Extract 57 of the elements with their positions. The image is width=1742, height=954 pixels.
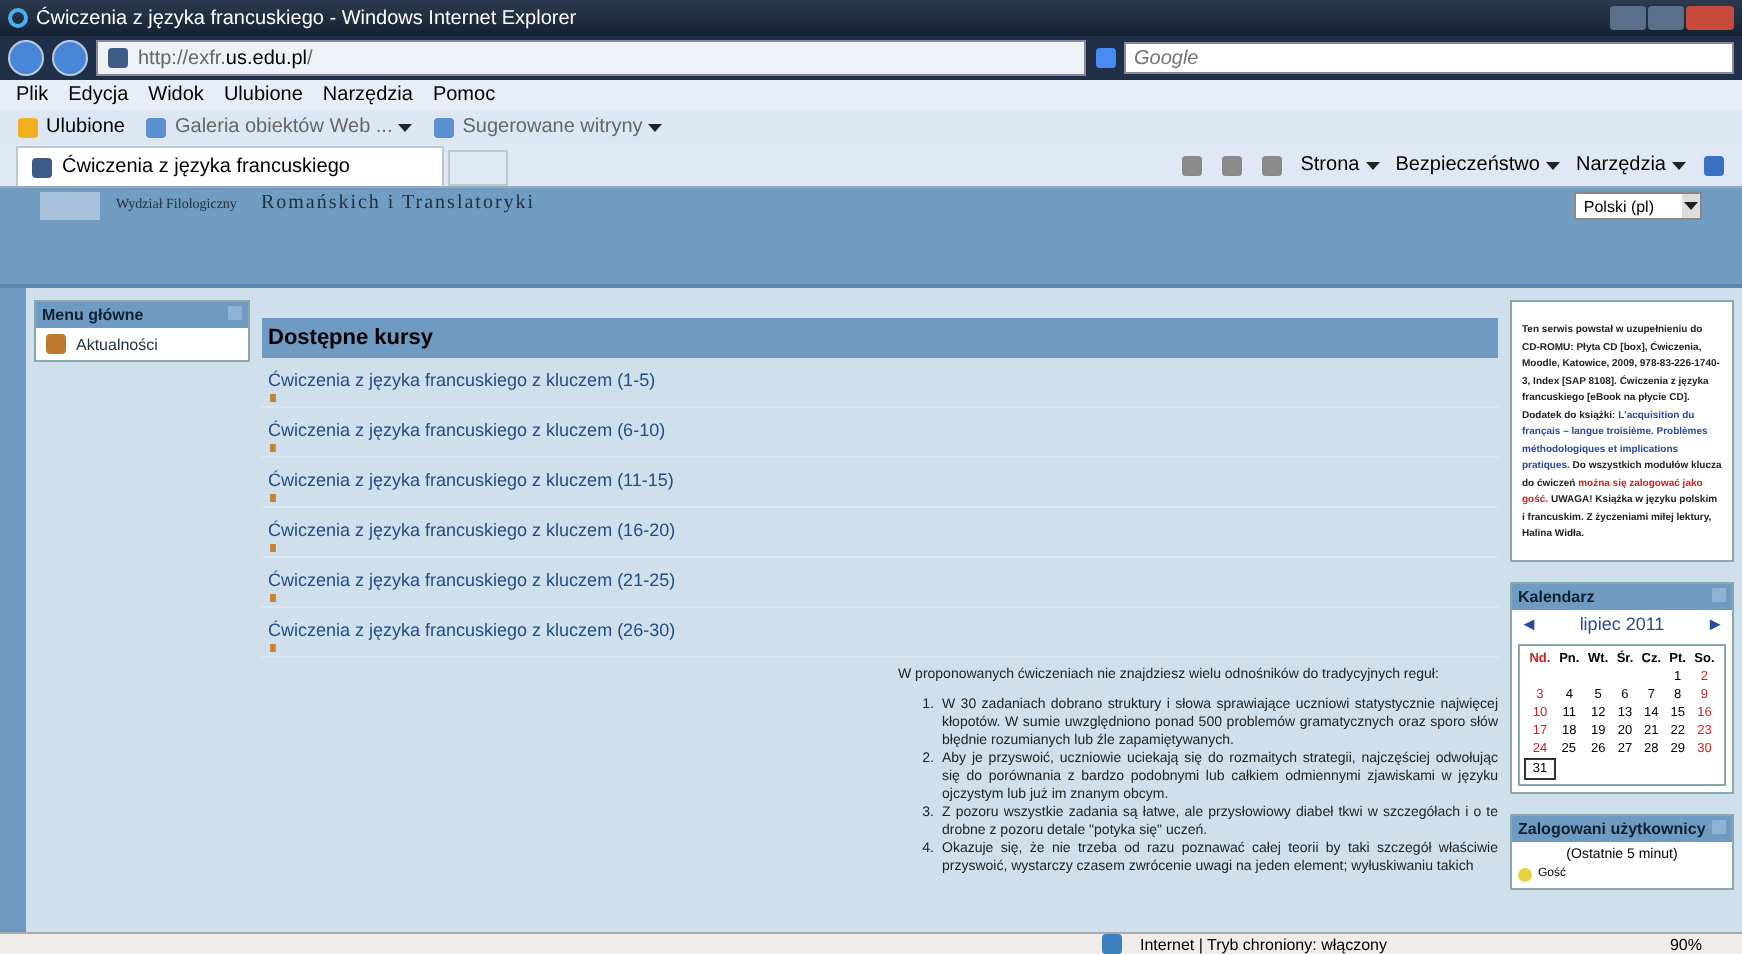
favorites-button[interactable]: Ulubione: [16, 115, 125, 139]
collapse-icon[interactable]: [228, 306, 242, 320]
prev-month-button[interactable]: ◄: [1520, 613, 1538, 633]
caret-icon: [648, 123, 663, 131]
block-title: Zalogowani użytkownicy: [1518, 819, 1706, 837]
zoom-level[interactable]: 90%: [1669, 935, 1702, 953]
institute-name: Romańskich i Translatoryki: [260, 192, 536, 214]
browser-logo-icon: [8, 8, 28, 28]
menu-item[interactable]: Pomoc: [432, 84, 496, 106]
door-icon: [268, 644, 278, 652]
door-icon: [268, 544, 278, 552]
caret-icon: [1545, 161, 1560, 169]
menu-item[interactable]: Widok: [148, 84, 204, 106]
command-menu[interactable]: Strona: [1300, 154, 1380, 176]
user-icon: [1518, 867, 1532, 881]
browser-tab[interactable]: Ćwiczenia z języka francuskiego: [16, 146, 444, 186]
search-field[interactable]: Google: [1124, 42, 1734, 74]
course-link[interactable]: Ćwiczenia z języka francuskiego z kluczem (1-5): [268, 370, 1492, 390]
course-link[interactable]: Ćwiczenia z języka francuskiego z kluczem (21-25): [268, 570, 1492, 590]
menu-item[interactable]: Ulubione: [223, 84, 303, 106]
course-link[interactable]: Ćwiczenia z języka francuskiego z kluczem (16-20): [268, 520, 1492, 540]
collapse-icon[interactable]: [1712, 819, 1726, 833]
caret-icon: [1672, 161, 1686, 169]
forward-button[interactable]: [52, 40, 88, 76]
language-select[interactable]: Polski (pl): [1573, 192, 1702, 220]
section-heading: Dostępne kursy: [262, 318, 1498, 358]
next-month-button[interactable]: ►: [1706, 613, 1724, 633]
command-menu[interactable]: Narzędzia: [1575, 154, 1686, 176]
minimize-button[interactable]: [1610, 6, 1646, 30]
menu-item[interactable]: Plik: [16, 84, 49, 106]
caret-icon: [398, 123, 413, 131]
window-title: Ćwiczenia z języka francuskiego - Windows Internet Explorer: [36, 7, 577, 29]
menu-link[interactable]: Aktualności: [76, 335, 158, 353]
command-menu[interactable]: Bezpieczeństwo: [1395, 154, 1560, 176]
door-icon: [268, 394, 278, 402]
course-link[interactable]: Ćwiczenia z języka francuskiego z kluczem (11-15): [268, 470, 1492, 490]
menu-item[interactable]: Edycja: [68, 84, 129, 106]
door-icon: [268, 494, 278, 502]
collapse-icon[interactable]: [1712, 587, 1726, 601]
address-field[interactable]: http://exfr.us.edu.pl/: [96, 40, 1086, 76]
favorites-link[interactable]: Galeria obiektów Web ...: [144, 115, 413, 139]
block-title: Kalendarz: [1518, 587, 1595, 605]
course-link[interactable]: Ćwiczenia z języka francuskiego z kluczem (26-30): [268, 620, 1492, 640]
month-title: lipiec 2011: [1579, 613, 1665, 633]
menu-item[interactable]: Narzędzia: [322, 84, 413, 106]
close-button[interactable]: [1686, 6, 1734, 30]
maximize-button[interactable]: [1648, 6, 1684, 30]
caret-icon: [1684, 202, 1698, 210]
favorites-link[interactable]: Sugerowane witryny: [432, 115, 663, 139]
back-button[interactable]: [8, 40, 44, 76]
door-icon: [268, 444, 278, 452]
door-icon: [268, 594, 278, 602]
course-link[interactable]: Ćwiczenia z języka francuskiego z kluczem (6-10): [268, 420, 1492, 440]
new-tab-button[interactable]: [448, 150, 508, 186]
caret-icon: [1365, 161, 1380, 169]
block-title: Menu główne: [42, 306, 144, 324]
security-zone: Internet | Tryb chroniony: włączony: [1140, 935, 1387, 953]
